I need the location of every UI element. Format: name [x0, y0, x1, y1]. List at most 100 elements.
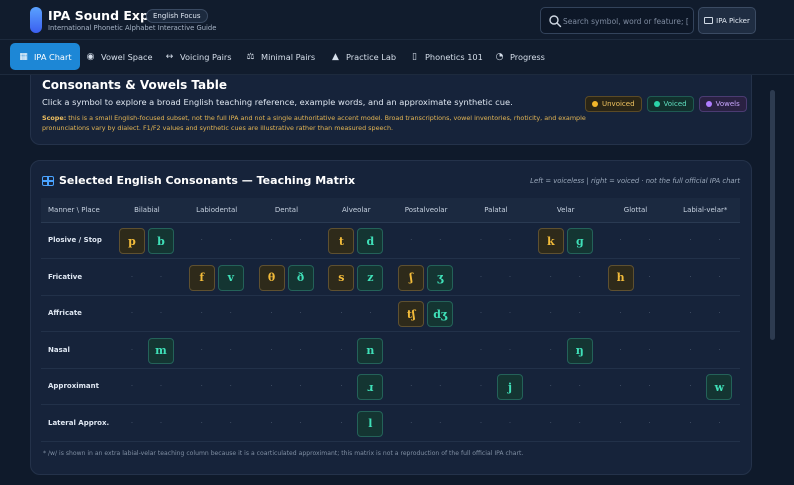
voiced-symbol-button[interactable]: z — [357, 264, 384, 291]
empty-cell: · — [549, 382, 552, 390]
pie-icon: ◔ — [495, 51, 504, 62]
tab-phonetics-101[interactable]: ▯ Phonetics 101 — [401, 43, 491, 70]
empty-cell: · — [479, 236, 483, 244]
ipa-picker-button[interactable]: IPA Picker — [698, 7, 756, 34]
voiced-dot-icon — [653, 101, 660, 107]
empty-cell: · — [130, 309, 134, 317]
matrix-note: Left = voiceless | right = voiced · not … — [530, 177, 740, 185]
empty-cell: · — [549, 309, 552, 317]
legend-label: Unvoiced — [602, 100, 635, 108]
tab-vowel-space[interactable]: ◉ Vowel Space — [77, 43, 161, 70]
voiced-symbol-button[interactable]: v — [217, 264, 244, 291]
ipa-picker-label: IPA Picker — [716, 16, 750, 25]
table-icon: ▦ — [19, 51, 28, 62]
voiced-symbol-button[interactable]: b — [148, 228, 174, 254]
search-box[interactable] — [540, 7, 694, 34]
empty-cell: · — [200, 236, 203, 244]
matrix-row: Fricative · · f v θ ð s z ʃ ʒ · · · · h · · · — [41, 260, 740, 296]
empty-cell: · — [508, 418, 512, 427]
voiced-symbol-button[interactable]: n — [357, 337, 384, 364]
unvoiced-symbol-button[interactable]: tʃ — [398, 301, 425, 327]
empty-cell: · — [689, 236, 692, 244]
empty-cell: · — [648, 418, 651, 427]
empty-cell: · — [508, 345, 512, 354]
scrollbar[interactable] — [770, 90, 775, 340]
unvoiced-symbol-button[interactable]: f — [188, 264, 215, 291]
place-header: Dental — [274, 206, 299, 214]
empty-cell: · — [159, 272, 163, 281]
voiced-symbol-button[interactable]: d — [357, 228, 384, 254]
empty-cell: · — [619, 382, 622, 390]
unvoiced-symbol-button[interactable]: s — [328, 264, 355, 291]
voiced-symbol-button[interactable]: ŋ — [566, 337, 593, 364]
voiced-symbol-button[interactable]: ʒ — [427, 264, 454, 291]
empty-cell: · — [130, 345, 134, 354]
empty-cell: · — [648, 309, 651, 317]
empty-cell: · — [410, 382, 413, 390]
empty-cell: · — [549, 418, 552, 427]
empty-cell: · — [130, 272, 134, 281]
empty-cell: · — [578, 418, 581, 427]
unvoiced-symbol-button[interactable]: t — [328, 228, 355, 254]
legend-unvoiced: Unvoiced — [585, 96, 642, 112]
voiced-symbol-button[interactable]: j — [497, 374, 523, 400]
empty-cell: · — [718, 309, 721, 317]
consonant-matrix-card: Selected English Consonants — Teaching M… — [30, 160, 752, 475]
voiced-symbol-button[interactable]: ɹ — [357, 374, 384, 400]
voiced-symbol-button[interactable]: w — [706, 374, 733, 400]
voiced-symbol-button[interactable]: l — [357, 410, 384, 437]
empty-cell: · — [340, 418, 343, 427]
scope-label: Scope: — [42, 114, 67, 122]
empty-cell: · — [439, 345, 442, 354]
empty-cell: · — [270, 382, 273, 390]
empty-cell: · — [479, 345, 483, 354]
empty-cell: · — [299, 418, 302, 427]
app-subtitle: International Phonetic Alphabet Interact… — [48, 24, 217, 32]
empty-cell: · — [439, 236, 442, 244]
english-focus-badge: English Focus — [146, 9, 208, 23]
search-input[interactable] — [563, 12, 691, 30]
empty-cell: · — [718, 345, 721, 354]
manner-label: Lateral Approx. — [48, 418, 110, 427]
tab-label: IPA Chart — [34, 51, 72, 62]
empty-cell: · — [299, 382, 302, 390]
unvoiced-symbol-button[interactable]: p — [119, 228, 145, 254]
voicing-legend: Unvoiced Voiced Vowels — [585, 96, 747, 112]
empty-cell: · — [229, 382, 232, 390]
matrix-row: Approximant · · · · · · · ɹ · · · j · · · · · w — [41, 369, 740, 405]
unvoiced-symbol-button[interactable]: h — [607, 264, 634, 291]
scale-icon: ⚖ — [246, 51, 255, 62]
manner-label: Plosive / Stop — [48, 236, 102, 244]
empty-cell: · — [549, 272, 552, 281]
empty-cell: · — [479, 418, 483, 427]
intro-card: Consonants & Vowels Table Click a symbol… — [30, 75, 752, 145]
empty-cell: · — [549, 345, 552, 354]
manner-place-header: Manner \ Place — [48, 206, 100, 214]
unvoiced-symbol-button[interactable]: θ — [258, 264, 285, 291]
empty-cell: · — [200, 345, 203, 354]
empty-cell: · — [508, 309, 512, 317]
voiced-symbol-button[interactable]: ɡ — [566, 228, 593, 254]
empty-cell: · — [718, 272, 721, 281]
place-header: Postalveolar — [404, 206, 448, 214]
empty-cell: · — [159, 309, 163, 317]
empty-cell: · — [619, 418, 622, 427]
empty-cell: · — [200, 382, 203, 390]
tab-minimal-pairs[interactable]: ⚖ Minimal Pairs — [237, 43, 323, 70]
tab-progress[interactable]: ◔ Progress — [486, 43, 553, 70]
place-header: Glottal — [623, 206, 648, 214]
unvoiced-dot-icon — [592, 101, 598, 107]
tab-ipa-chart[interactable]: ▦ IPA Chart — [10, 43, 80, 70]
unvoiced-symbol-button[interactable]: ʃ — [398, 264, 425, 291]
empty-cell: · — [340, 345, 343, 354]
voiced-symbol-button[interactable]: m — [148, 337, 174, 364]
tab-practice-lab[interactable]: ▲ Practice Lab — [322, 43, 404, 70]
tab-voicing-pairs[interactable]: ↔ Voicing Pairs — [156, 43, 240, 70]
empty-cell: · — [299, 236, 302, 244]
empty-cell: · — [270, 418, 273, 427]
empty-cell: · — [648, 272, 651, 281]
unvoiced-symbol-button[interactable]: k — [537, 228, 564, 254]
voiced-symbol-button[interactable]: dʒ — [427, 301, 454, 327]
voiced-symbol-button[interactable]: ð — [287, 264, 314, 291]
empty-cell: · — [508, 236, 512, 244]
